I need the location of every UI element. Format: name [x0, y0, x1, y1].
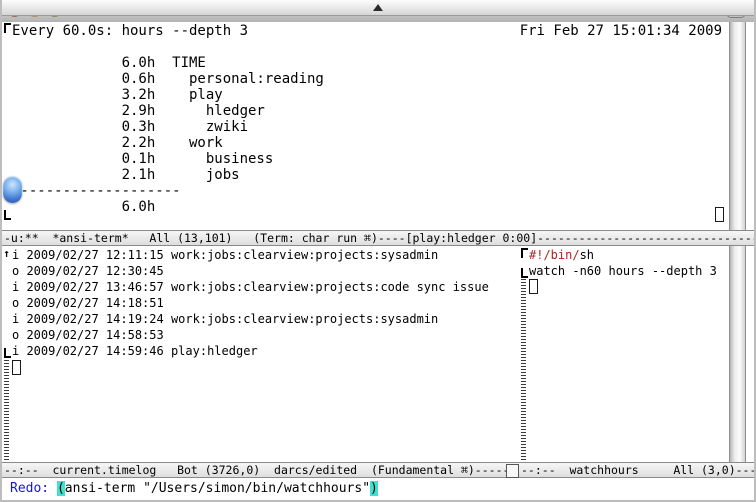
buffer-bottom-corner-icon	[521, 268, 528, 278]
term-line	[12, 39, 324, 55]
term-line: 6.0h TIME	[12, 55, 324, 71]
redo-prompt: Redo:	[10, 481, 57, 496]
timelog-buffer-text[interactable]: i 2009/02/27 12:11:15 work:jobs:clearvie…	[12, 247, 489, 359]
timelog-hollow-cursor	[12, 360, 21, 375]
term-line: 6.0h	[12, 199, 324, 215]
timelog-entry: o 2009/02/27 12:30:45	[12, 263, 489, 279]
term-line: 0.3h zwiki	[12, 119, 324, 135]
term-line: 3.2h play	[12, 87, 324, 103]
ansi-term-window[interactable]: Every 60.0s: hours --depth 3 6.0h TIME 0…	[2, 22, 754, 230]
shebang-interpreter-text: sh	[580, 248, 594, 262]
term-buffer-text[interactable]: Every 60.0s: hours --depth 3 6.0h TIME 0…	[12, 23, 324, 215]
minibuffer[interactable]: Redo: (ansi-term "/Users/simon/bin/watch…	[2, 478, 754, 502]
scroll-up-button[interactable]	[2, 0, 754, 16]
script-buffer-text[interactable]: #!/bin/sh watch -n60 hours --depth 3	[529, 247, 717, 279]
empty-lines-stipple-icon	[4, 360, 9, 460]
empty-lines-stipple-icon	[521, 279, 526, 460]
timelog-entry: i 2009/02/27 14:59:46 play:hledger	[12, 343, 489, 359]
open-paren-highlight: (	[57, 481, 65, 496]
shebang-line: #!/bin/sh	[529, 247, 717, 263]
timelog-entry: o 2009/02/27 14:58:53	[12, 327, 489, 343]
term-line: 2.9h hledger	[12, 103, 324, 119]
scrollbar-corner-box	[506, 464, 519, 478]
term-line: 0.1h business	[12, 151, 324, 167]
buffer-bottom-corner-icon	[4, 348, 11, 358]
arrow-up-icon	[373, 4, 383, 11]
timelog-entry: i 2009/02/27 14:19:24 work:jobs:clearvie…	[12, 311, 489, 327]
shebang-red-text: #!/bin/	[529, 248, 580, 262]
script-command-line: watch -n60 hours --depth 3	[529, 263, 717, 279]
term-scrollbar[interactable]	[729, 22, 746, 230]
script-modeline[interactable]: --:-- watchhours All (3,0)--------------	[519, 462, 754, 478]
script-window[interactable]: #!/bin/sh watch -n60 hours --depth 3	[519, 246, 754, 462]
scrollbar-thumb[interactable]	[3, 176, 22, 203]
term-line: --------------------	[12, 183, 324, 199]
minibuffer-text: Redo: (ansi-term "/Users/simon/bin/watch…	[10, 481, 378, 497]
buffer-top-corner-icon	[521, 248, 528, 258]
timelog-entry: i 2009/02/27 12:11:15 work:jobs:clearvie…	[12, 247, 489, 263]
timelog-modeline[interactable]: --:-- current.timelog Bot (3726,0) darcs…	[2, 462, 519, 478]
scroll-up-fringe-icon: ↑	[2, 248, 11, 260]
script-scrollbar[interactable]	[729, 246, 746, 462]
script-hollow-cursor	[529, 279, 538, 294]
close-paren-highlight: )	[370, 481, 378, 496]
timelog-window[interactable]: i 2009/02/27 12:11:15 work:jobs:clearvie…	[2, 246, 496, 462]
emacs-frame: *Minibuf-1* Every 60.0s: hours --depth 3…	[0, 0, 756, 502]
term-hollow-cursor	[715, 207, 724, 222]
buffer-bottom-corner-icon	[4, 210, 11, 220]
term-line: Every 60.0s: hours --depth 3	[12, 23, 324, 39]
term-line: 2.2h work	[12, 135, 324, 151]
timelog-entry: i 2009/02/27 13:46:57 work:jobs:clearvie…	[12, 279, 489, 295]
watch-clock-text: Fri Feb 27 15:01:34 2009	[520, 23, 722, 39]
buffer-top-corner-icon	[4, 23, 11, 33]
term-line: 2.1h jobs	[12, 167, 324, 183]
term-line: 0.6h personal:reading	[12, 71, 324, 87]
timelog-entry: o 2009/02/27 14:18:51	[12, 295, 489, 311]
term-modeline[interactable]: -u:** *ansi-term* All (13,101) (Term: ch…	[2, 230, 754, 246]
minibuffer-command-text: ansi-term "/Users/simon/bin/watchhours"	[65, 481, 370, 496]
